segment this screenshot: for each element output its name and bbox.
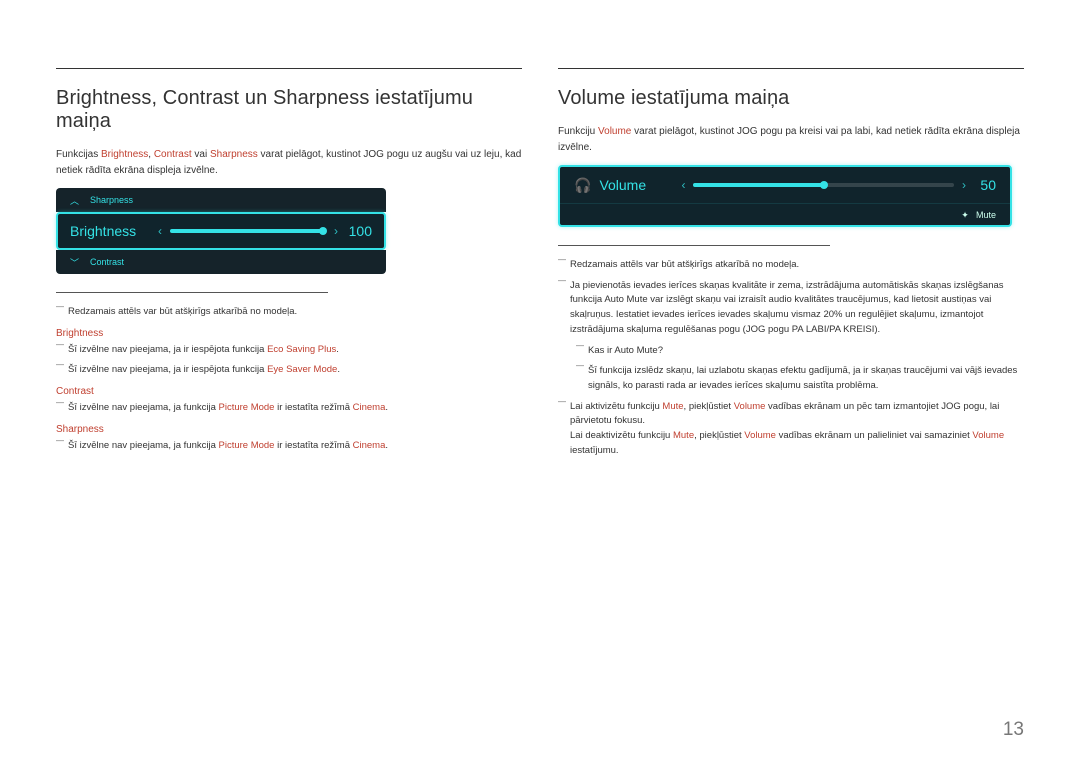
osd-up-row: ︿ Sharpness bbox=[56, 188, 386, 212]
subhead-sharpness: Sharpness bbox=[56, 424, 522, 435]
page-number: 13 bbox=[1003, 719, 1024, 741]
osd-up-label: Sharpness bbox=[90, 195, 133, 205]
osd-main-label: Brightness bbox=[70, 223, 158, 239]
right-intro: Funkciju Volume varat pielāgot, kustinot… bbox=[558, 124, 1024, 155]
note-s1: Šī izvēlne nav pieejama, ja funkcija Pic… bbox=[56, 439, 522, 454]
chevron-down-icon: ﹀ bbox=[70, 256, 80, 269]
chevron-left-icon: ‹ bbox=[158, 224, 162, 238]
term-cinema-2: Cinema bbox=[353, 440, 386, 451]
slider-track bbox=[170, 229, 326, 233]
note-automute: Ja pievienotās ievades ierīces skaņas kv… bbox=[558, 279, 1024, 338]
term-volume-3: Volume bbox=[744, 430, 776, 441]
osd-volume-widget: 🎧 Volume ‹ › 50 ✦ Mute bbox=[558, 165, 1012, 227]
osd-slider[interactable]: ‹ › bbox=[158, 224, 338, 238]
term-mute: Mute bbox=[662, 401, 683, 412]
divider bbox=[56, 292, 328, 293]
divider bbox=[558, 245, 830, 246]
term-eco-saving-plus: Eco Saving Plus bbox=[267, 344, 336, 355]
term-volume-4: Volume bbox=[972, 430, 1004, 441]
osd-volume-row: 🎧 Volume ‹ › 50 bbox=[560, 167, 1010, 203]
term-volume: Volume bbox=[598, 126, 631, 137]
osd-volume-label: Volume bbox=[599, 177, 681, 193]
slider-track bbox=[693, 183, 954, 187]
left-column: Brightness, Contrast un Sharpness iestat… bbox=[56, 68, 522, 465]
subhead-brightness: Brightness bbox=[56, 328, 522, 339]
headphones-icon: 🎧 bbox=[574, 177, 591, 194]
left-intro: Funkcijas Brightness, Contrast vai Sharp… bbox=[56, 147, 522, 178]
note-automute-a: Šī funkcija izslēdz skaņu, lai uzlabotu … bbox=[576, 364, 1024, 393]
osd-down-row: ﹀ Contrast bbox=[56, 250, 386, 274]
note-model-right: Redzamais attēls var būt atšķirīgs atkar… bbox=[558, 258, 1024, 273]
term-picture-mode-2: Picture Mode bbox=[219, 440, 275, 451]
osd-mute-label: Mute bbox=[976, 210, 996, 220]
term-volume-2: Volume bbox=[734, 401, 766, 412]
osd-volume-slider[interactable]: ‹ › bbox=[681, 178, 966, 192]
term-mute-2: Mute bbox=[673, 430, 694, 441]
osd-down-label: Contrast bbox=[90, 257, 124, 267]
note-b1: Šī izvēlne nav pieejama, ja ir iespējota… bbox=[56, 343, 522, 358]
note-c1: Šī izvēlne nav pieejama, ja funkcija Pic… bbox=[56, 401, 522, 416]
chevron-up-icon: ︿ bbox=[70, 194, 80, 207]
term-contrast: Contrast bbox=[154, 149, 192, 160]
osd-brightness-widget: ︿ Sharpness Brightness ‹ › 100 ﹀ Contras… bbox=[56, 188, 522, 274]
term-brightness: Brightness bbox=[101, 149, 148, 160]
right-column: Volume iestatījuma maiņa Funkciju Volume… bbox=[558, 68, 1024, 465]
note-b2: Šī izvēlne nav pieejama, ja ir iespējota… bbox=[56, 363, 522, 378]
note-model-left: Redzamais attēls var būt atšķirīgs atkar… bbox=[56, 305, 522, 320]
note-automute-q: Kas ir Auto Mute? bbox=[576, 344, 1024, 359]
chevron-left-icon: ‹ bbox=[681, 178, 685, 192]
term-eye-saver-mode: Eye Saver Mode bbox=[267, 364, 337, 375]
osd-volume-value: 50 bbox=[966, 177, 996, 193]
subhead-contrast: Contrast bbox=[56, 386, 522, 397]
osd-main-value: 100 bbox=[338, 223, 372, 239]
osd-mute-row: ✦ Mute bbox=[560, 203, 1010, 225]
right-title: Volume iestatījuma maiņa bbox=[558, 68, 1024, 110]
dpad-icon: ✦ bbox=[960, 210, 970, 220]
left-title: Brightness, Contrast un Sharpness iestat… bbox=[56, 68, 522, 133]
term-sharpness: Sharpness bbox=[210, 149, 258, 160]
note-mute-activate: Lai aktivizētu funkciju Mute, piekļūstie… bbox=[558, 400, 1024, 459]
osd-main-row: Brightness ‹ › 100 bbox=[56, 212, 386, 250]
term-picture-mode: Picture Mode bbox=[219, 402, 275, 413]
term-cinema: Cinema bbox=[353, 402, 386, 413]
